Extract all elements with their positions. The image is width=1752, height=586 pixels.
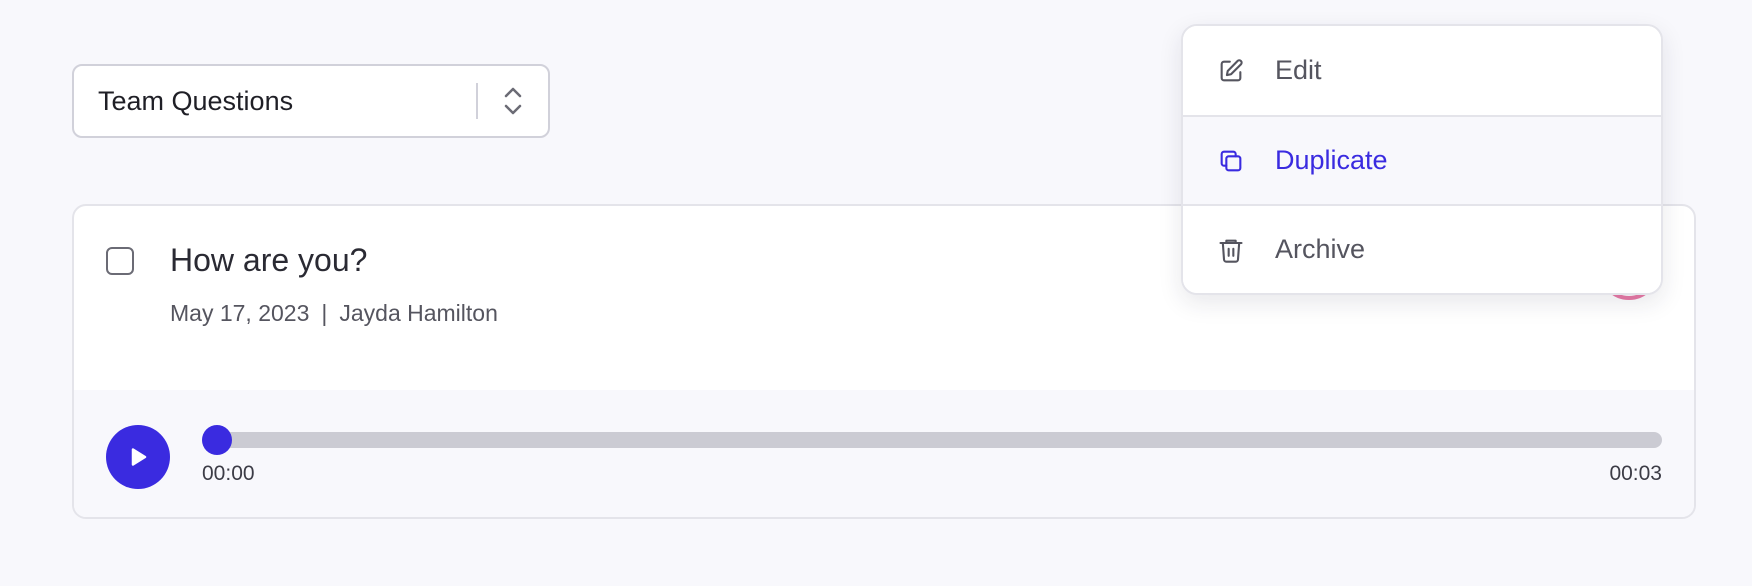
question-date: May 17, 2023 xyxy=(170,300,310,326)
select-value: Team Questions xyxy=(98,85,294,116)
audio-player: 00:00 00:03 xyxy=(74,390,1694,517)
menu-item-label: Duplicate xyxy=(1275,145,1388,175)
menu-item-edit[interactable]: Edit xyxy=(1183,26,1661,115)
progress-thumb[interactable] xyxy=(202,425,232,455)
play-button[interactable] xyxy=(106,425,170,489)
play-icon xyxy=(131,448,147,466)
chevron-up-down-icon[interactable] xyxy=(478,66,548,136)
context-menu: Edit Duplicate Archive xyxy=(1181,24,1663,295)
progress-track[interactable] xyxy=(202,425,1662,455)
duration-time: 00:03 xyxy=(1609,462,1662,485)
current-time: 00:00 xyxy=(202,462,255,485)
menu-item-archive[interactable]: Archive xyxy=(1183,204,1661,293)
question-meta: May 17, 2023 | Jayda Hamilton xyxy=(170,300,498,327)
question-title: How are you? xyxy=(170,242,368,278)
question-author: Jayda Hamilton xyxy=(339,300,498,326)
question-checkbox[interactable] xyxy=(106,247,134,275)
menu-item-duplicate[interactable]: Duplicate xyxy=(1183,115,1661,204)
trash-icon xyxy=(1217,236,1245,264)
pencil-square-icon xyxy=(1217,57,1245,85)
menu-item-label: Archive xyxy=(1275,234,1366,264)
menu-item-label: Edit xyxy=(1275,55,1322,85)
question-set-select[interactable]: Team Questions xyxy=(72,64,550,138)
meta-separator: | xyxy=(321,300,328,326)
duplicate-icon xyxy=(1217,147,1245,175)
